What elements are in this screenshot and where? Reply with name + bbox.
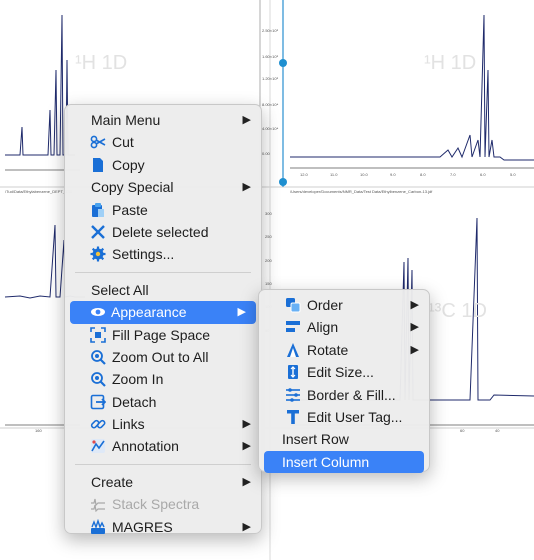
zoom-in-icon: [91, 372, 106, 388]
edit-size-icon: [288, 365, 298, 380]
submenu-arrow-icon: ▶: [242, 520, 251, 533]
svg-text:160: 160: [35, 428, 42, 433]
svg-text:250: 250: [265, 234, 272, 239]
submenu-arrow-icon: ▶: [242, 181, 251, 194]
svg-text:6.0: 6.0: [480, 172, 486, 177]
delete-x-icon: [91, 225, 105, 239]
fill-page-icon: [90, 326, 106, 343]
svg-text:300: 300: [265, 211, 272, 216]
submenu-arrow-icon: ▶: [242, 475, 251, 488]
submenu-arrow-icon: ▶: [410, 299, 419, 311]
submenu-item-edit-user-tag[interactable]: Edit User Tag...: [259, 406, 429, 428]
submenu-item-edit-size[interactable]: Edit Size...: [259, 361, 429, 383]
path-caption-right: /Users/developer/Documents/NMR_Data/Test…: [290, 189, 433, 194]
order-icon: [286, 298, 301, 313]
cursor-handle-bottom: [279, 178, 287, 186]
menu-item-copy[interactable]: Copy: [65, 154, 261, 176]
menu-separator: [75, 463, 251, 465]
detach-icon: [90, 394, 106, 409]
menu-item-delete-selected[interactable]: Delete selected: [65, 221, 261, 243]
label-1h-left: ¹H 1D: [75, 52, 128, 74]
gear-icon: [90, 246, 106, 262]
context-menu: Main Menu ▶ Cut Copy Copy Special ▶ Past…: [64, 104, 262, 535]
label-13c-right: ¹³C 1D: [428, 300, 487, 322]
menu-item-stack-spectra: Stack Spectra: [65, 493, 261, 515]
annotation-icon: [91, 439, 105, 454]
stack-spectra-icon: [91, 499, 105, 513]
svg-text:9.0: 9.0: [390, 172, 396, 177]
svg-text:4.00×10⁴: 4.00×10⁴: [262, 126, 279, 131]
spectrum-1h-right: [290, 14, 534, 161]
submenu-item-insert-row[interactable]: Insert Row: [259, 428, 429, 450]
menu-item-select-all[interactable]: Select All: [65, 279, 261, 301]
cursor-handle-top: [279, 59, 287, 67]
copy-icon: [93, 157, 103, 172]
submenu-item-order[interactable]: Order ▶: [259, 294, 429, 316]
scissors-icon: [90, 135, 106, 149]
svg-text:40: 40: [495, 428, 500, 433]
paste-icon: [92, 202, 104, 217]
border-fill-icon: [286, 387, 300, 402]
user-tag-icon: [287, 409, 299, 424]
svg-text:0.00: 0.00: [262, 151, 271, 156]
menu-item-appearance[interactable]: Appearance ▶: [70, 301, 256, 324]
label-1h-right: ¹H 1D: [424, 52, 477, 74]
svg-text:2.50×10⁵: 2.50×10⁵: [262, 28, 279, 33]
svg-text:1.60×10⁵: 1.60×10⁵: [262, 54, 279, 59]
submenu-arrow-icon: ▶: [237, 306, 246, 319]
svg-text:5.0: 5.0: [510, 172, 516, 177]
menu-item-settings[interactable]: Settings...: [65, 243, 261, 265]
menu-item-zoom-in[interactable]: Zoom In: [65, 368, 261, 390]
menu-item-magres[interactable]: MAGRES ▶: [65, 516, 261, 538]
menu-item-copy-special[interactable]: Copy Special ▶: [65, 176, 261, 198]
menu-item-zoom-out-to-all[interactable]: Zoom Out to All: [65, 346, 261, 368]
align-icon: [286, 321, 300, 333]
zoom-out-icon: [91, 350, 106, 365]
svg-text:7.0: 7.0: [450, 172, 456, 177]
menu-item-main-menu[interactable]: Main Menu ▶: [65, 109, 261, 131]
svg-text:12.0: 12.0: [300, 172, 309, 177]
submenu-arrow-icon: ▶: [242, 114, 251, 126]
svg-text:11.0: 11.0: [330, 172, 338, 177]
menu-item-annotation[interactable]: Annotation ▶: [65, 435, 261, 457]
menu-item-detach[interactable]: Detach: [65, 391, 261, 413]
eye-icon: [91, 308, 105, 317]
menu-separator: [75, 271, 251, 273]
submenu-arrow-icon: ▶: [410, 343, 419, 356]
appearance-submenu: Order ▶ Align ▶ Rotate ▶ Edit Size... Bo…: [258, 289, 430, 474]
svg-text:60: 60: [460, 428, 465, 433]
svg-text:200: 200: [265, 258, 272, 263]
magres-icon: [91, 518, 105, 534]
submenu-item-rotate[interactable]: Rotate ▶: [259, 339, 429, 361]
menu-item-paste[interactable]: Paste: [65, 199, 261, 221]
svg-text:150: 150: [265, 281, 272, 286]
submenu-arrow-icon: ▶: [242, 418, 251, 431]
svg-text:1.20×10⁵: 1.20×10⁵: [262, 76, 279, 81]
menu-item-fill-page-space[interactable]: Fill Page Space: [65, 324, 261, 346]
svg-text:8.00×10⁴: 8.00×10⁴: [262, 102, 279, 107]
submenu-item-align[interactable]: Align ▶: [259, 316, 429, 338]
path-caption-left: /Tud/Data/Ethylabenzene_DEPT_135: [5, 189, 73, 194]
menu-item-create[interactable]: Create ▶: [65, 471, 261, 493]
link-icon: [90, 419, 106, 429]
menu-item-cut[interactable]: Cut: [65, 131, 261, 153]
submenu-item-border-fill[interactable]: Border & Fill...: [259, 384, 429, 406]
submenu-item-insert-column[interactable]: Insert Column: [264, 450, 424, 474]
svg-text:10.0: 10.0: [360, 172, 369, 177]
svg-text:8.0: 8.0: [420, 172, 426, 177]
submenu-arrow-icon: ▶: [410, 321, 419, 334]
rotate-icon: [287, 342, 299, 357]
menu-item-links[interactable]: Links ▶: [65, 413, 261, 435]
submenu-arrow-icon: ▶: [242, 440, 251, 453]
